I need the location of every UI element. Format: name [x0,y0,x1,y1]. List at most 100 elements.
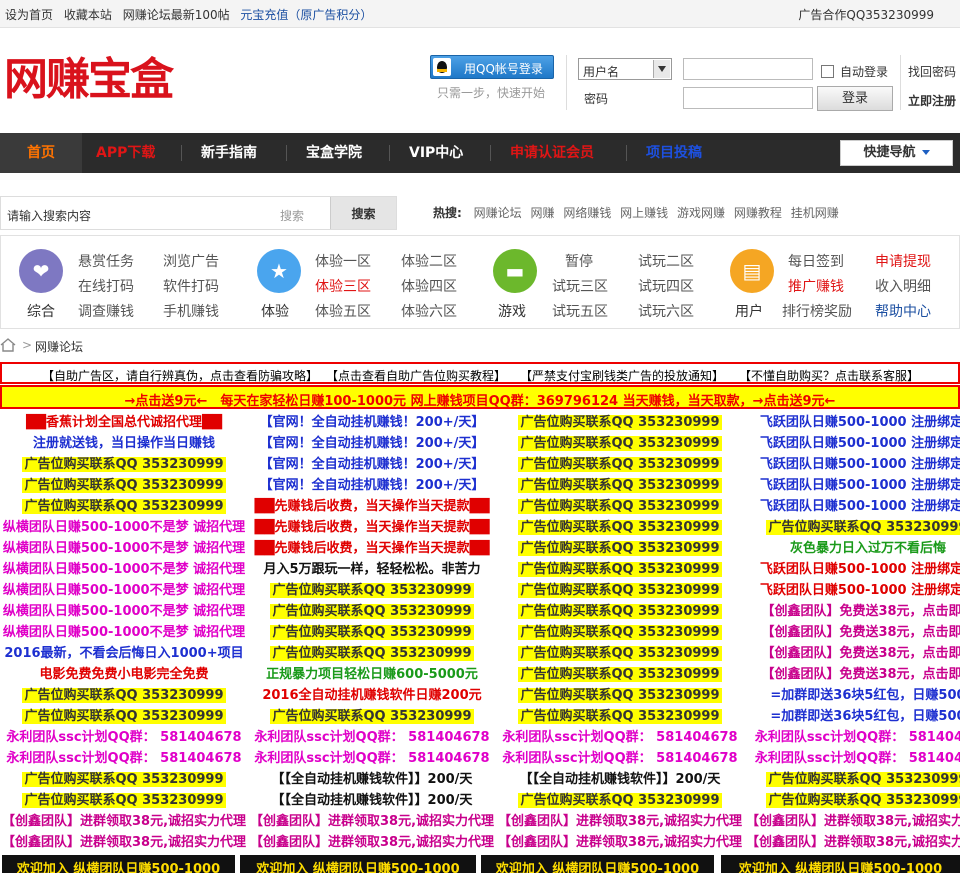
chat-bubble-icon[interactable]: ▬ [493,249,537,293]
hot-keyword[interactable]: 网上赚钱 [620,206,668,220]
ad-link[interactable]: 广告位购买联系QQ 353230999 [22,457,226,472]
breadcrumb-forum[interactable]: 网赚论坛 [35,338,83,355]
category-link[interactable]: 体验五区 [315,301,371,321]
category-link[interactable]: 体验二区 [401,251,457,271]
ad-link[interactable]: 永利团队ssc计划QQ群： 581404678 [4,751,243,766]
ad-notice-link[interactable]: 【严禁支付宝刷钱类广告的投放通知】 [520,367,724,382]
ad-link[interactable]: 2016全自动挂机赚钱软件日赚200元 [260,688,483,703]
category-link[interactable]: 试玩五区 [552,301,608,321]
ad-link[interactable]: 飞跃团队日赚500-1000 注册绑定有 [758,457,960,472]
ad-link[interactable]: ██先赚钱后收费，当天操作当天提款██ [253,520,492,535]
latest-posts-link[interactable]: 网赚论坛最新100帖 [123,8,230,22]
ad-notice-link[interactable]: 【不懂自助购买？点击联系客服】 [739,367,919,382]
ad-link[interactable]: 广告位购买联系QQ 353230999 [270,604,474,619]
search-input[interactable]: 请输入搜索内容 [7,207,91,224]
category-link[interactable]: 软件打码 [163,276,219,296]
category-games[interactable]: 游戏 [487,301,537,321]
star-icon[interactable]: ★ [257,249,301,293]
ad-link[interactable]: =加群即送36块5红包，日赚500 [768,709,960,724]
ad-link[interactable]: 飞跃团队日赚500-1000 注册绑定有 [758,436,960,451]
ad-link[interactable]: ██先赚钱后收费，当天操作当天提款██ [253,499,492,514]
document-icon[interactable]: ▤ [730,249,774,293]
nav-beginner-guide[interactable]: 新手指南 [201,133,257,173]
ad-link[interactable]: 飞跃团队日赚500-1000 注册绑定有 [758,583,960,598]
ad-notice-link[interactable]: 【点击查看自助广告位购买教程】 [326,367,506,382]
ad-link[interactable]: 永利团队ssc计划QQ群： 581404678 [500,730,739,745]
ad-link[interactable]: 广告位购买联系QQ 353230999 [22,793,226,808]
set-homepage-link[interactable]: 设为首页 [5,8,53,22]
ad-link[interactable]: 广告位购买联系QQ 353230999 [22,499,226,514]
ad-link[interactable]: 飞跃团队日赚500-1000 注册绑定有 [758,499,960,514]
ad-link[interactable]: 【官网！全自动挂机赚钱！200+/天】 [258,436,487,451]
category-link[interactable]: 在线打码 [78,276,134,296]
nav-submit-project[interactable]: 项目投稿 [646,133,702,173]
bottom-banner[interactable]: 欢迎加入 纵横团队日赚500-1000 [721,855,960,873]
ad-link[interactable]: 广告位购买联系QQ 353230999 [270,646,474,661]
category-user[interactable]: 用户 [724,301,774,321]
ad-marquee-link[interactable]: →点击送9元← 每天在家轻松日赚100-1000元 网上赚钱项目QQ群：3697… [2,390,958,407]
category-general[interactable]: 综合 [16,301,66,321]
ad-link[interactable]: 灰色暴力日入过万不看后悔 [788,541,948,556]
ad-link[interactable]: ██香蕉计划全国总代诚招代理██ [24,415,224,430]
ad-link[interactable]: 【【全自动挂机赚钱软件】】200/天 [518,772,723,787]
ad-link[interactable]: 广告位购买联系QQ 353230999 [518,646,722,661]
ad-link[interactable]: 广告位购买联系QQ 353230999 [270,709,474,724]
hot-keyword[interactable]: 游戏网赚 [677,206,725,220]
ad-link[interactable]: 广告位购买联系QQ 353230999 [518,478,722,493]
ad-contact-link[interactable]: 广告合作QQ353230999 [798,6,934,23]
category-link[interactable]: 手机赚钱 [163,301,219,321]
ad-link[interactable]: 广告位购买联系QQ 353230999 [518,436,722,451]
ad-link[interactable]: 飞跃团队日赚500-1000 注册绑定有 [758,478,960,493]
category-link[interactable]: 试玩四区 [638,276,694,296]
ad-link[interactable]: 广告位购买联系QQ 353230999 [22,478,226,493]
ad-link[interactable]: 【官网！全自动挂机赚钱！200+/天】 [258,457,487,472]
ad-link[interactable]: 广告位购买联系QQ 353230999 [518,604,722,619]
category-link[interactable]: 试玩六区 [638,301,694,321]
category-experience[interactable]: 体验 [250,301,300,321]
ad-link[interactable]: 2016最新，不看会后悔日入1000+项目 [2,646,245,661]
ad-link[interactable]: 【创鑫团队】免费送38元，点击即可 [759,625,960,640]
ad-link[interactable]: =加群即送36块5红包，日赚500 [768,688,960,703]
login-button[interactable]: 登录 [817,86,893,111]
ad-link[interactable]: 纵横团队日赚500-1000不是梦 诚招代理 [1,520,247,535]
ad-link[interactable]: 【创鑫团队】免费送38元，点击即可 [759,667,960,682]
ad-link[interactable]: 广告位购买联系QQ 353230999 [518,583,722,598]
ad-link[interactable]: 广告位购买联系QQ 353230999 [766,793,960,808]
ad-link[interactable]: 广告位购买联系QQ 353230999 [518,667,722,682]
hot-keyword[interactable]: 网赚 [530,206,554,220]
category-link[interactable]: 浏览广告 [163,251,219,271]
username-input[interactable] [683,58,813,80]
ad-link[interactable]: 广告位购买联系QQ 353230999 [766,520,960,535]
ad-link[interactable]: 广告位购买联系QQ 353230999 [22,688,226,703]
ad-link[interactable]: 电影免费免费小电影完全免费 [37,667,210,682]
category-link[interactable]: 试玩三区 [552,276,608,296]
ad-link[interactable]: 广告位购买联系QQ 353230999 [518,457,722,472]
ad-link[interactable]: 【创鑫团队】进群领取38元,诚招实力代理 [0,835,248,850]
category-link[interactable]: 体验三区 [315,276,371,296]
recharge-link[interactable]: 元宝充值（原广告积分） [240,8,372,22]
category-link[interactable]: 收入明细 [875,276,931,296]
hot-keyword[interactable]: 网赚教程 [734,206,782,220]
ad-link[interactable]: 永利团队ssc计划QQ群： 581404678 [252,751,491,766]
ad-link[interactable]: 【【全自动挂机赚钱软件】】200/天 [270,772,475,787]
category-link[interactable]: 悬赏任务 [78,251,134,271]
category-link[interactable]: 体验四区 [401,276,457,296]
ad-link[interactable]: 广告位购买联系QQ 353230999 [22,772,226,787]
ad-link[interactable]: 广告位购买联系QQ 353230999 [518,688,722,703]
quick-nav-button[interactable]: 快捷导航 [840,140,953,166]
category-link[interactable]: 体验一区 [315,251,371,271]
ad-link[interactable]: 飞跃团队日赚500-1000 注册绑定有 [758,415,960,430]
ad-link[interactable]: 广告位购买联系QQ 353230999 [518,709,722,724]
nav-apply-verified[interactable]: 申请认证会员 [510,133,594,173]
ad-link[interactable]: 广告位购买联系QQ 353230999 [22,709,226,724]
nav-app-download[interactable]: APP下载 [96,133,155,173]
auto-login-checkbox[interactable]: 自动登录 [821,63,888,80]
ad-link[interactable]: 【创鑫团队】进群领取38元,诚招实力代理 [496,814,744,829]
search-button[interactable]: 搜索 [330,197,396,229]
ad-link[interactable]: 【创鑫团队】免费送38元，点击即可 [759,604,960,619]
ad-link[interactable]: 永利团队ssc计划QQ群： 58140467 [753,751,960,766]
ad-link[interactable]: 广告位购买联系QQ 353230999 [518,415,722,430]
ad-link[interactable]: 注册就送钱，当日操作当日赚钱 [31,436,217,451]
category-link[interactable]: 推广赚钱 [788,276,844,296]
category-link[interactable]: 暂停 [565,251,593,271]
